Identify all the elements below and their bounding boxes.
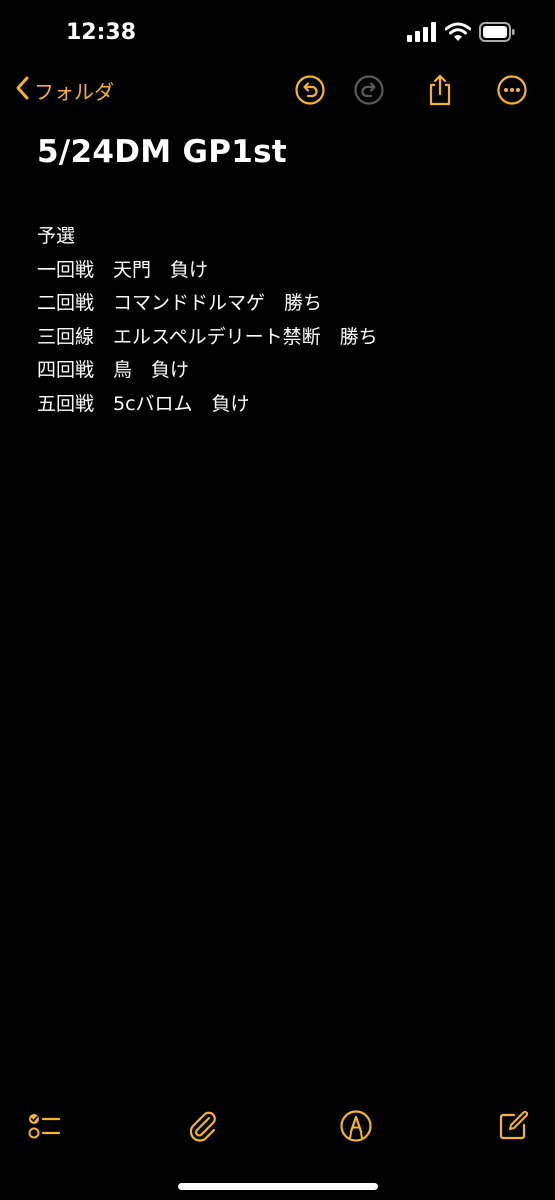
compose-icon [496,1109,530,1147]
note-body[interactable]: 5/24DM GP1st 予選 一回戦 天門 負け 二回戦 コマンドドルマゲ 勝… [37,130,527,421]
chevron-left-icon [14,74,32,107]
back-button[interactable]: フォルダ [14,74,114,107]
battery-icon [479,22,515,46]
signal-icon [407,22,437,46]
status-icons [407,22,515,46]
status-bar: 12:38 [0,0,555,62]
note-line: 五回戦 5cバロム 負け [37,392,250,415]
undo-button[interactable] [292,74,328,110]
more-button[interactable] [494,74,530,110]
back-label: フォルダ [34,80,114,104]
attachment-icon [185,1108,219,1148]
note-line: 四回戦 鳥 負け [37,359,190,381]
note-line: 予選 [37,225,76,247]
note-title: 5/24DM GP1st [37,134,288,170]
home-indicator [178,1183,378,1190]
more-icon [496,74,528,110]
compose-button[interactable] [493,1108,533,1148]
status-time: 12:38 [66,20,137,45]
attachment-button[interactable] [182,1108,222,1148]
markup-button[interactable] [336,1108,376,1148]
bottom-toolbar [0,1100,555,1160]
markup-icon [339,1109,373,1147]
nav-bar: フォルダ [0,62,555,120]
redo-icon [353,74,385,110]
share-button[interactable] [422,74,458,110]
share-icon [424,73,456,111]
checklist-icon [26,1109,62,1147]
checklist-button[interactable] [24,1108,64,1148]
note-line: 二回戦 コマンドドルマゲ 勝ち [37,292,323,314]
redo-button[interactable] [351,74,387,110]
undo-icon [294,74,326,110]
wifi-icon [444,22,472,46]
note-line: 一回戦 天門 負け [37,258,209,281]
note-line: 三回線 エルスペルデリート禁断 勝ち [37,325,378,348]
